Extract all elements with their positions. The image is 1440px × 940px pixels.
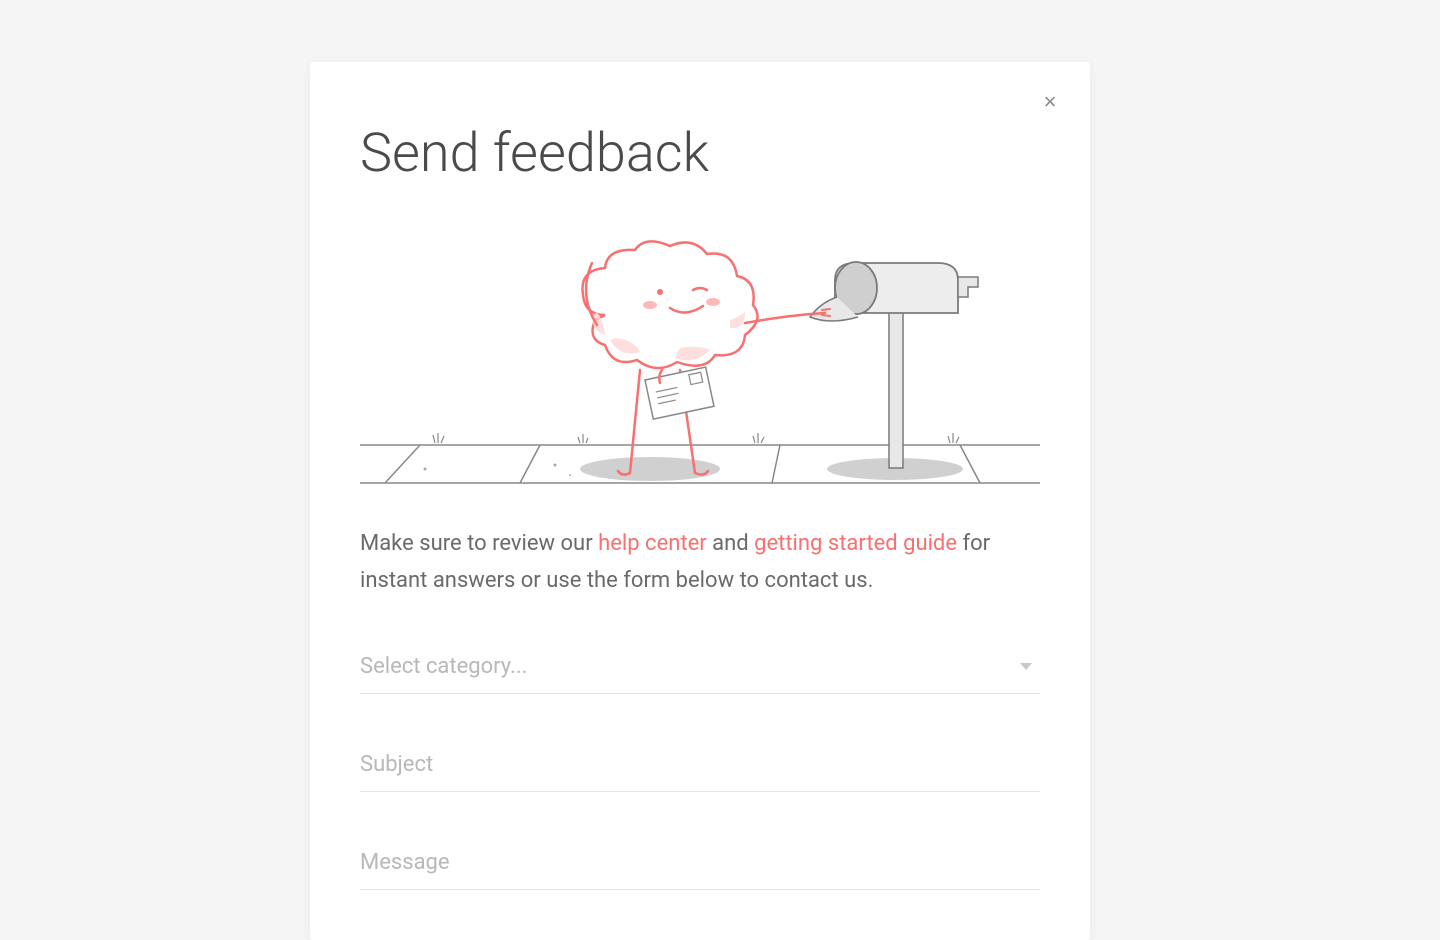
feedback-illustration	[360, 225, 1040, 495]
help-center-link[interactable]: help center	[598, 531, 707, 556]
close-button[interactable]: ×	[1038, 90, 1062, 114]
description-text: Make sure to review our help center and …	[360, 525, 1040, 600]
message-input[interactable]	[360, 850, 1040, 875]
close-icon: ×	[1044, 89, 1057, 114]
category-select[interactable]: Select category...	[360, 640, 1040, 694]
desc-pre: Make sure to review our	[360, 531, 598, 556]
message-row	[360, 836, 1040, 890]
feedback-modal: × Send feedback	[310, 62, 1090, 940]
category-placeholder: Select category...	[360, 654, 527, 679]
getting-started-link[interactable]: getting started guide	[754, 531, 957, 556]
subject-row	[360, 738, 1040, 792]
chevron-down-icon	[1020, 663, 1032, 670]
modal-content: Send feedback	[310, 62, 1090, 940]
modal-title: Send feedback	[360, 122, 1040, 185]
subject-input[interactable]	[360, 752, 1040, 777]
desc-middle: and	[707, 531, 754, 556]
